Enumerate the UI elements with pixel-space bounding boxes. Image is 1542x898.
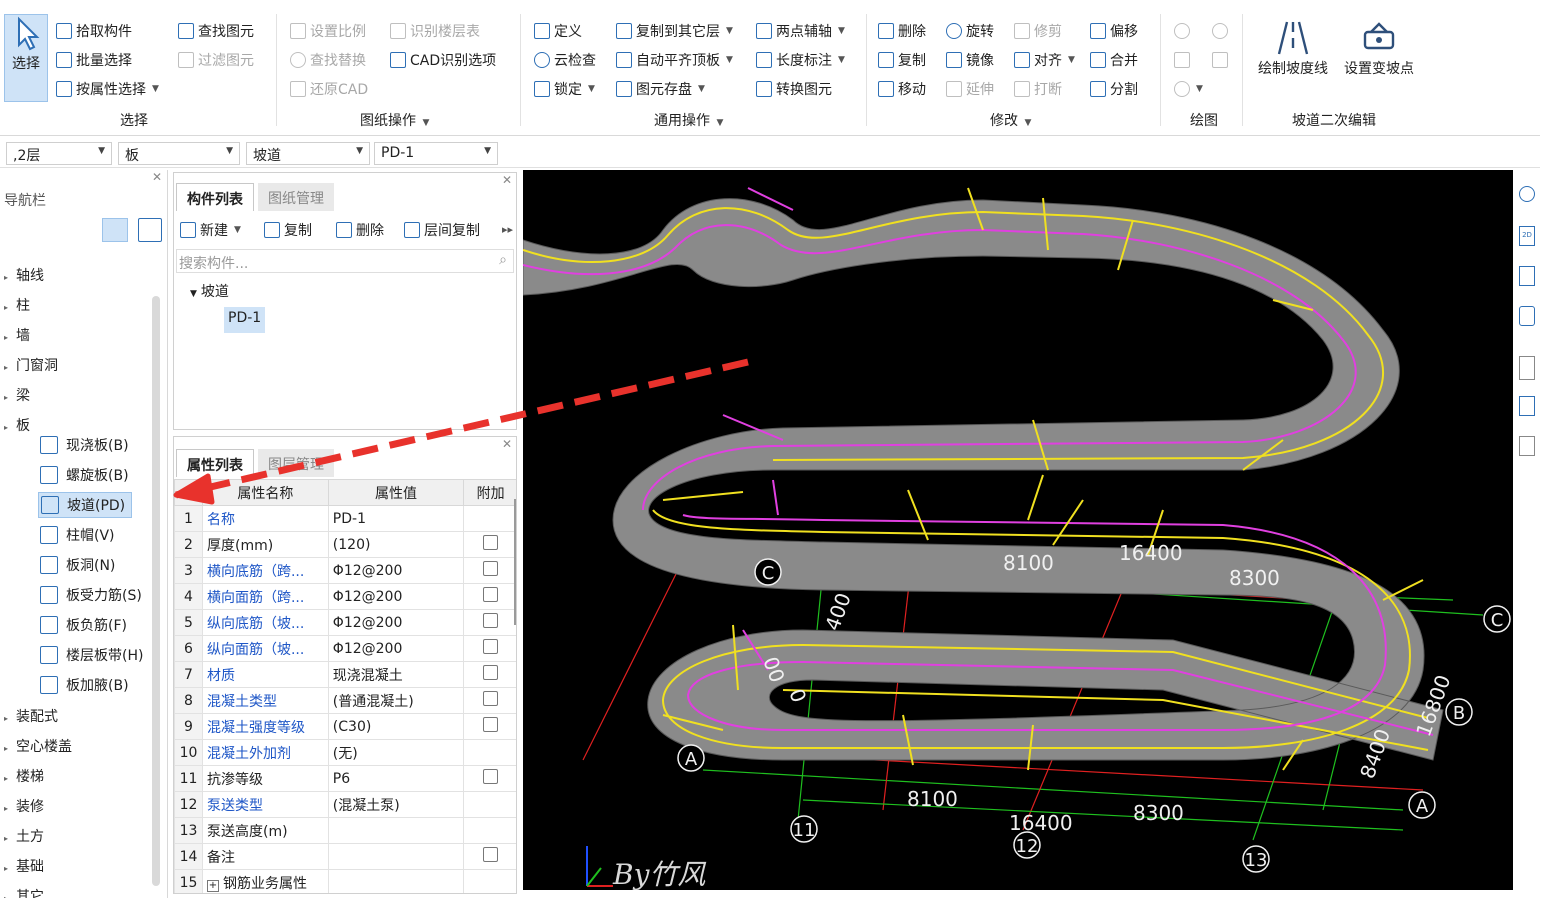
layer-icon[interactable] [1519, 356, 1535, 380]
view-toolbar: 2D [1513, 170, 1542, 480]
orbit-icon[interactable] [1519, 186, 1535, 202]
zoom-icon[interactable] [1519, 396, 1535, 416]
annotation-arrow-line [175, 358, 749, 499]
view-cube-icon[interactable] [1519, 306, 1535, 326]
list-icon[interactable] [1519, 436, 1535, 456]
annotation-arrow-head [173, 473, 215, 505]
2d-view-icon[interactable]: 2D [1519, 226, 1535, 246]
app-window: 选择 拾取构件 批量选择 按属性选择 ▼ 查找图元 过滤图元 选择 设置比例 识别… [0, 0, 1542, 898]
annotation-arrow [173, 358, 749, 505]
3d-view-icon[interactable] [1519, 266, 1535, 286]
